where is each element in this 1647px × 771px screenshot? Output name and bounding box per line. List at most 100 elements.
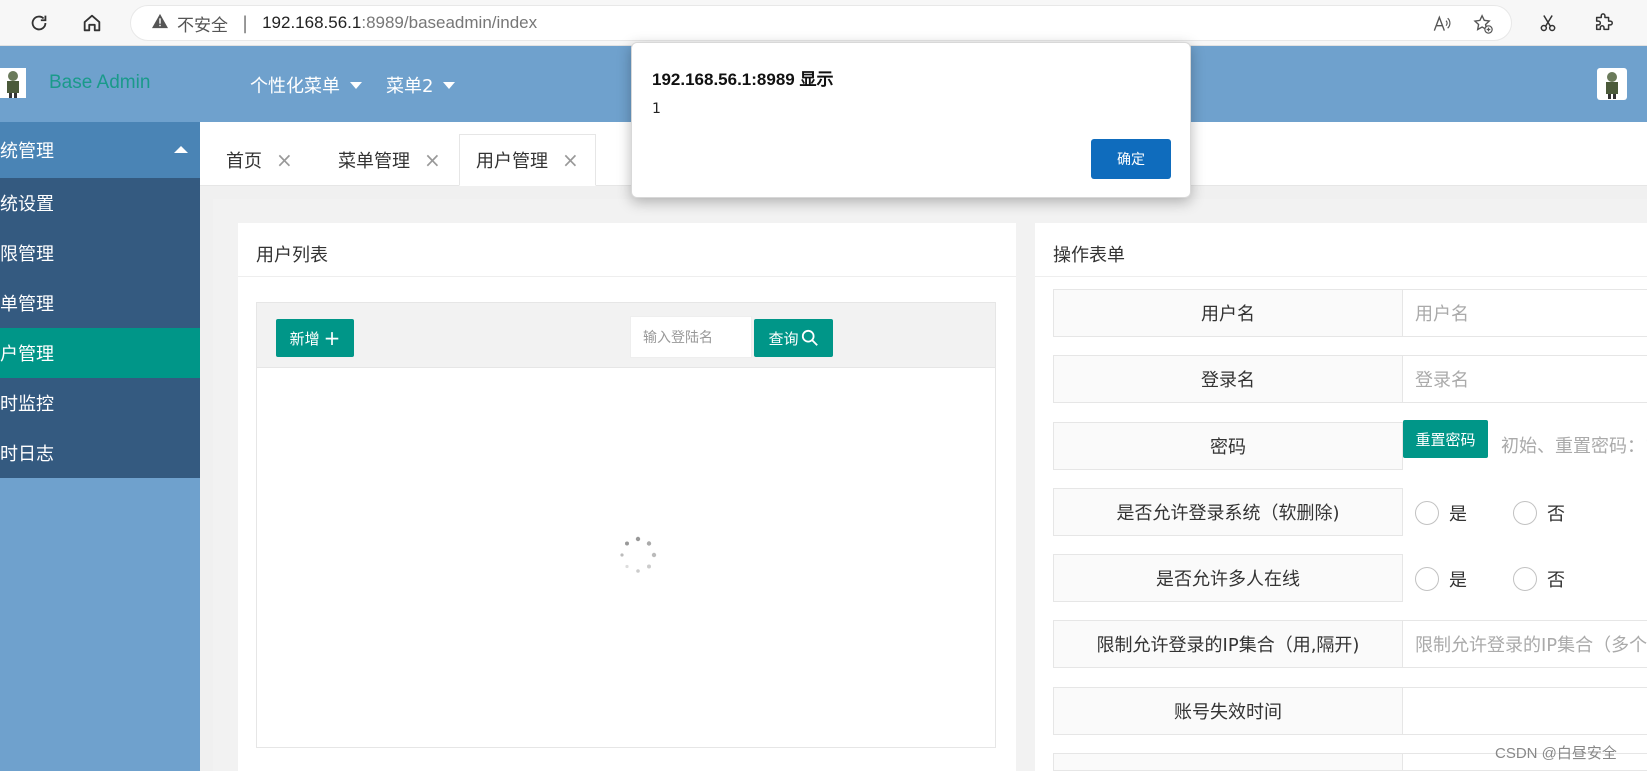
form-row-username: 用户名 用户名: [1053, 289, 1647, 337]
sidebar: 统管理 统设置 限管理 单管理 户管理 时监控 时日志: [0, 122, 200, 771]
sidebar-item-permissions[interactable]: 限管理: [0, 228, 200, 278]
avatar[interactable]: [1597, 68, 1627, 100]
panel-divider: [238, 276, 1016, 277]
sidebar-item-users[interactable]: 户管理: [0, 328, 200, 378]
form-row-ip-whitelist: 限制允许登录的IP集合（用,隔开) 限制允许登录的IP集合（多个I: [1053, 620, 1647, 668]
form-label: 用户名: [1053, 289, 1403, 337]
plus-icon: +: [323, 326, 341, 350]
form-row-allow-login: 是否允许登录系统（软删除) 是否: [1053, 488, 1647, 536]
ip-whitelist-field[interactable]: 限制允许登录的IP集合（多个I: [1403, 620, 1647, 668]
close-icon[interactable]: ×: [276, 148, 293, 172]
form-row-password: 密码 重置密码 初始、重置密码：1: [1053, 420, 1647, 470]
radio-yes[interactable]: [1415, 567, 1439, 591]
browser-toolbar: 不安全 | 192.168.56.1:8989/baseadmin/index: [0, 0, 1647, 46]
url-host: 192.168.56.1: [262, 13, 362, 32]
tab-user-management[interactable]: 用户管理 ×: [459, 134, 596, 186]
form-label: [1053, 753, 1403, 771]
panel-title: 用户列表: [256, 245, 328, 266]
ok-button[interactable]: 确定: [1091, 139, 1171, 179]
tab-menu-management[interactable]: 菜单管理 ×: [322, 134, 457, 186]
expire-time-field[interactable]: [1403, 687, 1647, 735]
caret-down-icon: [443, 81, 456, 89]
sidebar-item-label: 限管理: [0, 244, 54, 265]
form-label: 账号失效时间: [1053, 687, 1403, 735]
sidebar-item-label: 单管理: [0, 294, 54, 315]
caret-up-icon: [174, 146, 188, 153]
form-label: 是否允许多人在线: [1053, 554, 1403, 602]
radio-no[interactable]: [1513, 501, 1537, 525]
password-hint: 初始、重置密码：1: [1501, 436, 1647, 457]
search-button-label: 查询: [768, 329, 799, 348]
reset-password-button[interactable]: 重置密码: [1403, 420, 1488, 458]
operation-form-panel: 操作表单 用户名 用户名 登录名 登录名 密码 重置密码 初始、重置密码：1 是…: [1035, 223, 1647, 771]
warning-icon: [151, 13, 169, 33]
radio-no[interactable]: [1513, 567, 1537, 591]
tab-label: 菜单管理: [338, 151, 410, 172]
sidebar-item-label: 时日志: [0, 444, 54, 465]
menu-2[interactable]: 菜单2: [386, 72, 456, 98]
radio-label: 否: [1547, 504, 1565, 525]
loading-spinner-icon: [619, 536, 657, 574]
form-row-expire-time: 账号失效时间: [1053, 687, 1647, 735]
radio-label: 是: [1449, 570, 1467, 591]
sidebar-item-logs[interactable]: 时日志: [0, 428, 200, 478]
favorite-add-icon[interactable]: [1471, 12, 1495, 36]
add-button[interactable]: 新增 +: [276, 319, 354, 357]
caret-down-icon: [350, 81, 362, 89]
panel-title: 操作表单: [1053, 245, 1125, 266]
sidebar-group-system[interactable]: 统管理: [0, 122, 200, 178]
form-row-multi-online: 是否允许多人在线 是否: [1053, 554, 1647, 602]
address-separator: |: [242, 12, 249, 34]
radio-yes[interactable]: [1415, 501, 1439, 525]
read-aloud-icon[interactable]: [1429, 12, 1453, 36]
table-toolbar: 新增 + 输入登陆名 查询: [256, 302, 996, 368]
add-button-label: 新增: [289, 329, 320, 348]
radio-label: 是: [1449, 504, 1467, 525]
form-label: 限制允许登录的IP集合（用,隔开): [1053, 620, 1403, 668]
home-icon[interactable]: [77, 8, 107, 38]
brand-title[interactable]: Base Admin: [49, 72, 150, 94]
login-name-field[interactable]: 登录名: [1403, 355, 1647, 403]
menu-label: 个性化菜单: [250, 76, 340, 97]
address-bar[interactable]: 不安全 | 192.168.56.1:8989/baseadmin/index: [130, 5, 1512, 41]
sidebar-item-menus[interactable]: 单管理: [0, 278, 200, 328]
search-button[interactable]: 查询: [754, 319, 833, 357]
user-table: [256, 368, 996, 748]
menu-personalized[interactable]: 个性化菜单: [250, 72, 362, 98]
form-label: 密码: [1053, 422, 1403, 470]
url-path: :8989/baseadmin/index: [361, 13, 538, 32]
logo-icon: [0, 68, 26, 98]
dialog-title: 192.168.56.1:8989 显示: [652, 70, 834, 89]
scissors-icon[interactable]: [1533, 8, 1563, 38]
tab-home[interactable]: 首页 ×: [210, 134, 309, 186]
sidebar-item-label: 户管理: [0, 344, 54, 365]
sidebar-item-settings[interactable]: 统设置: [0, 178, 200, 228]
username-field[interactable]: 用户名: [1403, 289, 1647, 337]
form-label: 登录名: [1053, 355, 1403, 403]
tab-label: 首页: [226, 151, 262, 172]
search-icon: [801, 329, 819, 347]
dialog-message: 1: [652, 101, 661, 117]
allow-login-radio-group: 是否: [1415, 500, 1611, 526]
form-row-login-name: 登录名 登录名: [1053, 355, 1647, 403]
reset-password-label: 重置密码: [1415, 430, 1476, 449]
alert-dialog: 192.168.56.1:8989 显示 1 确定: [631, 42, 1191, 198]
login-name-search-input[interactable]: 输入登陆名: [630, 316, 752, 358]
sidebar-group-label: 统管理: [0, 141, 54, 162]
form-label: 是否允许登录系统（软删除): [1053, 488, 1403, 536]
watermark: CSDN @白昼安全: [1495, 745, 1617, 762]
extensions-icon[interactable]: [1589, 8, 1619, 38]
tab-label: 用户管理: [476, 151, 548, 172]
refresh-icon[interactable]: [24, 8, 54, 38]
close-icon[interactable]: ×: [424, 148, 441, 172]
sidebar-submenu: 统设置 限管理 单管理 户管理 时监控 时日志: [0, 178, 200, 478]
radio-label: 否: [1547, 570, 1565, 591]
user-list-panel: 用户列表 新增 + 输入登陆名 查询: [238, 223, 1016, 771]
multi-online-radio-group: 是否: [1415, 566, 1611, 592]
close-icon[interactable]: ×: [562, 148, 579, 172]
sidebar-item-monitor[interactable]: 时监控: [0, 378, 200, 428]
panel-divider: [1035, 276, 1647, 277]
security-label: 不安全: [177, 15, 228, 36]
sidebar-item-label: 统设置: [0, 194, 54, 215]
menu-label: 菜单2: [386, 76, 434, 97]
